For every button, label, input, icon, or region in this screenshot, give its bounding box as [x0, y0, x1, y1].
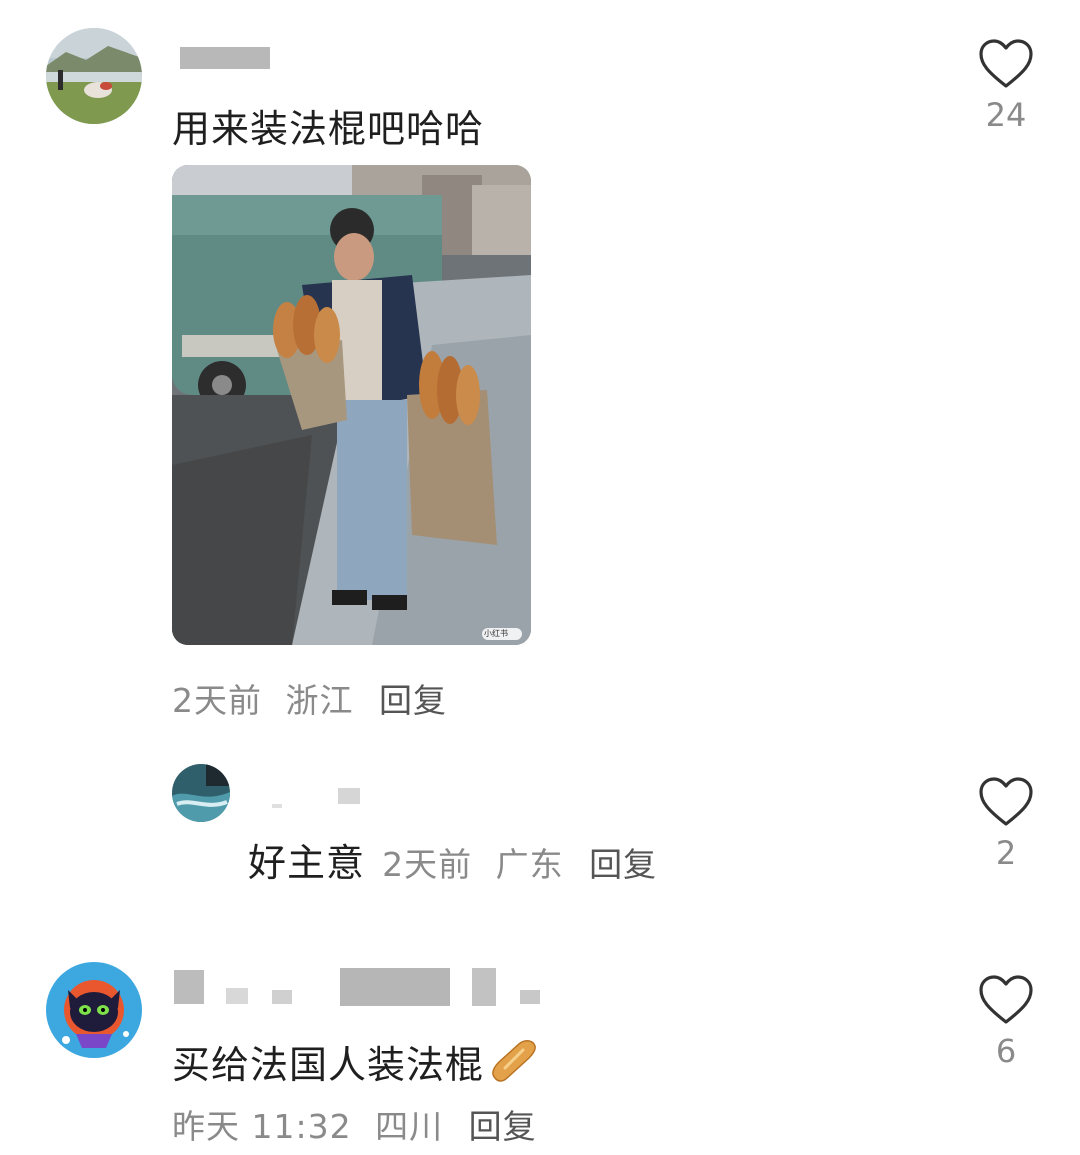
- comment-text: 买给法国人装法棍: [172, 1043, 485, 1087]
- comment-line: 买给法国人装法棍: [172, 1034, 537, 1089]
- heart-icon: [979, 39, 1033, 88]
- comment-text: 好主意: [248, 841, 366, 885]
- like-count: 2: [995, 834, 1017, 872]
- comment-meta: 昨天 11:32 四川 回复: [172, 1100, 537, 1148]
- comment-meta: 2天前 浙江 回复: [172, 674, 447, 722]
- like-count: 6: [995, 1032, 1017, 1070]
- username-redacted[interactable]: [174, 970, 204, 1004]
- comment-location: 广东: [495, 845, 564, 884]
- comment-photo[interactable]: 小红书: [172, 165, 531, 645]
- comment-time: 昨天 11:32: [172, 1107, 352, 1146]
- reply-button[interactable]: 回复: [379, 681, 447, 720]
- avatar[interactable]: [46, 28, 142, 124]
- comment-text: 用来装法棍吧哈哈: [172, 107, 485, 151]
- like-button[interactable]: 2: [971, 776, 1041, 872]
- reply-button[interactable]: 回复: [589, 845, 657, 884]
- username-redacted[interactable]: [180, 47, 270, 69]
- comment-line: 好主意 2天前 广东 回复: [248, 832, 657, 887]
- like-button[interactable]: 6: [971, 974, 1041, 1070]
- comment-location: 浙江: [285, 681, 354, 720]
- photo-watermark: 小红书: [484, 629, 508, 638]
- username-redacted: [520, 990, 540, 1004]
- baguette-icon: [489, 1038, 537, 1084]
- username-redacted[interactable]: [338, 788, 360, 804]
- like-button[interactable]: 24: [971, 38, 1041, 134]
- comment-1: 用来装法棍吧哈哈 小红书 2天前 浙江 回复 24: [0, 0, 1080, 740]
- comment-time: 2天前: [172, 681, 262, 720]
- comment-location: 四川: [375, 1107, 444, 1146]
- comment-2: 好主意 2天前 广东 回复 2: [0, 740, 1080, 940]
- comment-3: 买给法国人装法棍 昨天 11:32 四川 回复 6: [0, 940, 1080, 1155]
- like-count: 24: [985, 96, 1027, 134]
- heart-icon: [979, 777, 1033, 826]
- username-redacted: [226, 988, 248, 1004]
- heart-icon: [979, 975, 1033, 1024]
- reply-button[interactable]: 回复: [469, 1107, 537, 1146]
- username-redacted: [472, 968, 496, 1006]
- avatar[interactable]: [172, 764, 230, 822]
- avatar[interactable]: [46, 962, 142, 1058]
- username-redacted: [340, 968, 450, 1006]
- username-redacted: [272, 804, 282, 808]
- username-redacted: [272, 990, 292, 1004]
- comment-time: 2天前: [382, 845, 473, 884]
- comment-meta: 2天前 广东 回复: [382, 845, 657, 884]
